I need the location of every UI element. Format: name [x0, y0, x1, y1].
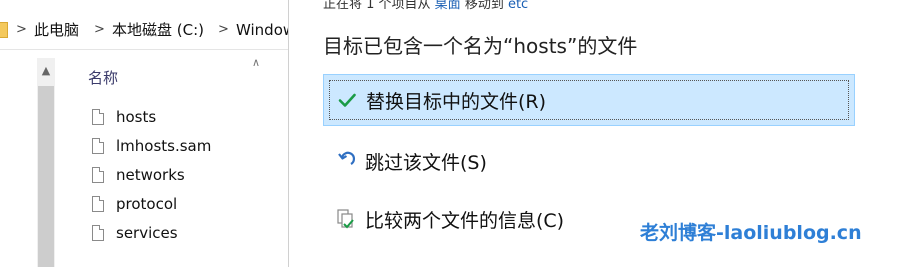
- skip-file-option[interactable]: 跳过该文件(S): [323, 135, 855, 187]
- scrollbar-thumb[interactable]: [38, 86, 54, 267]
- breadcrumb-this-pc[interactable]: 此电脑: [34, 10, 79, 50]
- file-item[interactable]: lmhosts.sam: [92, 135, 211, 157]
- compare-icon: [335, 208, 357, 230]
- file-icon: [92, 225, 104, 241]
- move-text-prefix: 正在将 1 个项目从: [323, 0, 435, 12]
- dialog-heading: 目标已包含一个名为“hosts”的文件: [323, 34, 638, 58]
- skip-file-label: 跳过该文件(S): [365, 151, 487, 174]
- chevron-right-icon[interactable]: >: [94, 10, 105, 50]
- file-icon: [92, 196, 104, 212]
- chevron-right-icon[interactable]: >: [16, 10, 27, 50]
- watermark-text: 老刘博客-laoliublog.cn: [640, 222, 862, 244]
- breadcrumb-local-disk[interactable]: 本地磁盘 (C:): [112, 10, 204, 50]
- sort-ascending-icon: ∧: [252, 56, 261, 69]
- address-bar[interactable]: > 此电脑 > 本地磁盘 (C:) > Window: [0, 10, 295, 50]
- file-item[interactable]: protocol: [92, 193, 177, 215]
- file-icon: [92, 109, 104, 125]
- replace-file-option[interactable]: 替换目标中的文件(R): [323, 74, 855, 126]
- move-text-middle: 移动到: [460, 0, 508, 12]
- file-icon: [92, 138, 104, 154]
- source-folder-link[interactable]: 桌面: [435, 0, 461, 12]
- compare-files-label: 比较两个文件的信息(C): [365, 209, 565, 232]
- scroll-up-arrow-icon[interactable]: ▲: [37, 58, 55, 82]
- folder-icon: [0, 22, 8, 38]
- file-icon: [92, 167, 104, 183]
- file-item[interactable]: hosts: [92, 106, 156, 128]
- file-explorer: > 此电脑 > 本地磁盘 (C:) > Window ▲ ∧ 名称 hosts …: [0, 0, 295, 267]
- focus-rectangle: [329, 80, 849, 120]
- file-name: networks: [116, 166, 185, 184]
- file-item[interactable]: services: [92, 222, 178, 244]
- move-progress-text: 正在将 1 个项目从 桌面 移动到 etc: [323, 0, 528, 12]
- column-header-name[interactable]: 名称: [88, 67, 118, 88]
- replace-or-skip-dialog: 正在将 1 个项目从 桌面 移动到 etc 目标已包含一个名为“hosts”的文…: [288, 0, 900, 267]
- destination-folder-link[interactable]: etc: [508, 0, 528, 12]
- chevron-right-icon[interactable]: >: [218, 10, 229, 50]
- file-name: lmhosts.sam: [116, 137, 212, 155]
- skip-icon: [335, 150, 357, 172]
- file-item[interactable]: networks: [92, 164, 185, 186]
- breadcrumb-windows[interactable]: Window: [236, 10, 295, 50]
- vertical-scrollbar[interactable]: ▲: [37, 58, 55, 267]
- file-name: services: [116, 224, 178, 242]
- file-name: hosts: [116, 108, 157, 126]
- file-name: protocol: [116, 195, 178, 213]
